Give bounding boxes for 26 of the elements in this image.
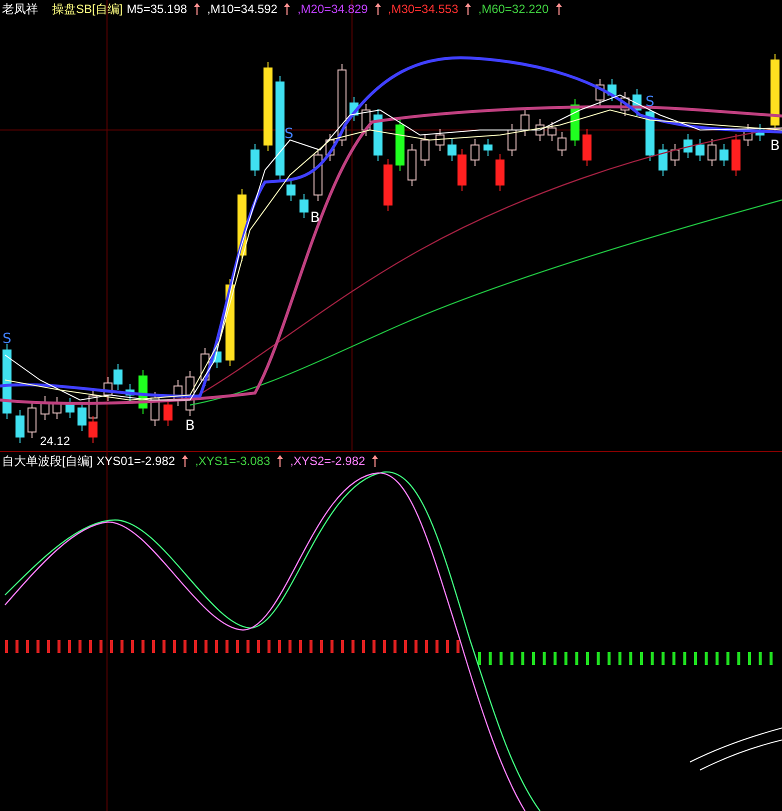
sell-signal: S	[646, 94, 654, 110]
indicator-value: ,XYS2=-2.982	[290, 454, 366, 468]
up-arrow-icon	[277, 455, 284, 467]
up-arrow-icon	[284, 3, 290, 15]
up-arrow-icon	[556, 3, 562, 15]
up-arrow-icon	[194, 3, 200, 15]
indicator-value: ,M30=34.553	[388, 2, 458, 16]
indicator-value: ,M20=34.829	[297, 2, 368, 16]
sell-signal: S	[284, 126, 294, 142]
buy-signal: B	[310, 210, 320, 226]
up-arrow-icon	[372, 455, 378, 467]
price-label: 24.12	[40, 434, 70, 448]
indicator-value: XYS01=-2.982	[96, 454, 176, 468]
buy-signal: B	[185, 418, 195, 434]
indicator-value: ,M60=32.220	[478, 2, 549, 16]
up-arrow-icon	[465, 3, 472, 15]
up-arrow-icon	[374, 3, 381, 15]
indicator-value: M5=35.198	[126, 2, 188, 16]
stock-name: 老凤祥	[2, 2, 38, 16]
up-arrow-icon	[182, 455, 188, 467]
indicator-value: ,XYS1=-3.083	[195, 454, 270, 468]
buy-signal: B	[770, 138, 780, 154]
indicator-name: 操盘SB[自编]	[52, 2, 123, 16]
sell-signal: S	[2, 331, 12, 347]
indicator-value: ,M10=34.592	[207, 2, 278, 16]
indicator-name: 自大单波段[自编]	[2, 454, 93, 468]
